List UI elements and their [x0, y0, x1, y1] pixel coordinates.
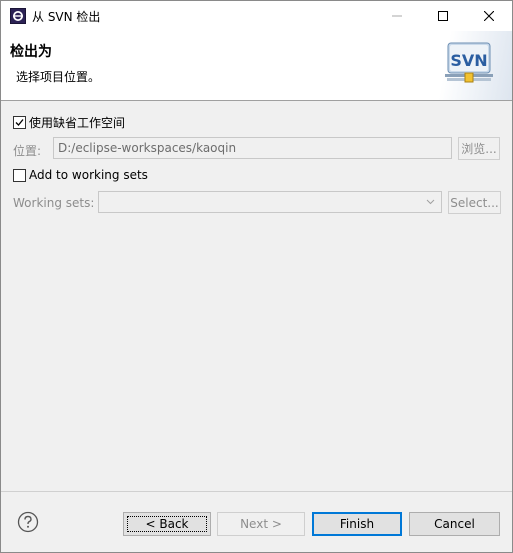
next-button[interactable]: Next >	[217, 512, 305, 536]
use-default-workspace-checkbox[interactable]	[13, 116, 26, 129]
add-to-working-sets-checkbox[interactable]	[13, 169, 26, 182]
svn-logo-text: SVN	[450, 51, 487, 70]
close-button[interactable]	[466, 1, 512, 31]
add-to-working-sets-label: Add to working sets	[29, 168, 148, 182]
page-description: 选择项目位置。	[16, 70, 101, 84]
back-button[interactable]: < Back	[123, 512, 211, 536]
checkout-dialog: 从 SVN 检出 检出为 选择项目位置。 SVN 使用缺省工作空间 位置: D:…	[0, 0, 513, 553]
cancel-button[interactable]: Cancel	[409, 512, 500, 536]
minimize-icon	[392, 15, 402, 17]
maximize-button[interactable]	[420, 1, 466, 31]
use-default-workspace-label: 使用缺省工作空间	[29, 116, 126, 130]
eclipse-icon	[10, 8, 26, 24]
close-icon	[484, 11, 494, 21]
browse-button[interactable]: 浏览...	[458, 137, 500, 160]
working-sets-select[interactable]	[98, 191, 442, 213]
title-bar[interactable]: 从 SVN 检出	[1, 1, 512, 31]
working-sets-label: Working sets:	[13, 196, 95, 210]
location-label: 位置:	[13, 144, 42, 158]
help-icon[interactable]	[17, 511, 39, 533]
select-working-sets-button[interactable]: Select...	[448, 191, 501, 214]
location-input[interactable]: D:/eclipse-workspaces/kaoqin	[53, 137, 452, 159]
footer-separator	[1, 491, 512, 492]
minimize-button[interactable]	[374, 1, 420, 31]
chevron-down-icon	[426, 199, 435, 205]
window-title: 从 SVN 检出	[32, 10, 101, 24]
maximize-icon	[438, 11, 448, 21]
wizard-banner: 检出为 选择项目位置。 SVN	[1, 31, 512, 101]
finish-button[interactable]: Finish	[312, 512, 402, 536]
page-title: 检出为	[10, 44, 52, 60]
checkmark-icon	[15, 119, 24, 126]
svn-logo-icon: SVN	[445, 42, 493, 83]
